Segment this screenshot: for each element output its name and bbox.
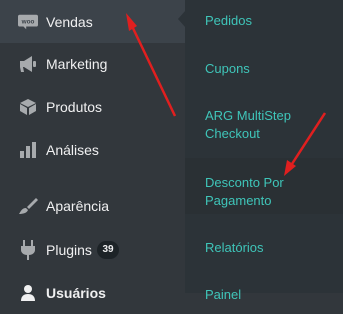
svg-text:woo: woo xyxy=(21,18,35,25)
submenu-item-painel[interactable]: Painel xyxy=(205,286,335,304)
admin-sidebar: woo Vendas Marketing Produtos Análises A… xyxy=(0,0,186,301)
submenu-item-cupons[interactable]: Cupons xyxy=(205,60,335,78)
menu-item-plugins[interactable]: Plugins 39 xyxy=(0,228,185,271)
submenu-item-relatorios[interactable]: Relatórios xyxy=(205,239,335,257)
menu-label: Vendas xyxy=(46,13,93,30)
menu-item-vendas[interactable]: woo Vendas xyxy=(0,0,185,43)
submenu-item-desconto-por-pagamento[interactable]: Desconto Por Pagamento xyxy=(205,174,335,210)
menu-label: Plugins xyxy=(46,241,92,258)
plug-icon xyxy=(18,239,38,260)
menu-item-aparencia[interactable]: Aparência xyxy=(0,184,185,227)
paintbrush-icon xyxy=(18,196,38,216)
menu-item-marketing[interactable]: Marketing xyxy=(0,42,185,85)
menu-label: Aparência xyxy=(46,197,110,214)
menu-label: Análises xyxy=(46,141,99,158)
bar-chart-icon xyxy=(18,140,38,160)
menu-item-produtos[interactable]: Produtos xyxy=(0,85,185,128)
menu-item-analises[interactable]: Análises xyxy=(0,128,185,171)
box-icon xyxy=(18,97,38,117)
vendas-submenu: Pedidos Cupons ARG MultiStep Checkout De… xyxy=(185,0,343,302)
menu-label: Marketing xyxy=(46,55,108,72)
menu-label: Produtos xyxy=(46,98,103,115)
woo-icon: woo xyxy=(18,12,38,32)
submenu-item-pedidos[interactable]: Pedidos xyxy=(205,12,335,30)
update-count-badge: 39 xyxy=(97,240,119,259)
megaphone-icon xyxy=(18,54,38,74)
submenu-item-arg-multistep-checkout[interactable]: ARG MultiStep Checkout xyxy=(205,107,335,143)
